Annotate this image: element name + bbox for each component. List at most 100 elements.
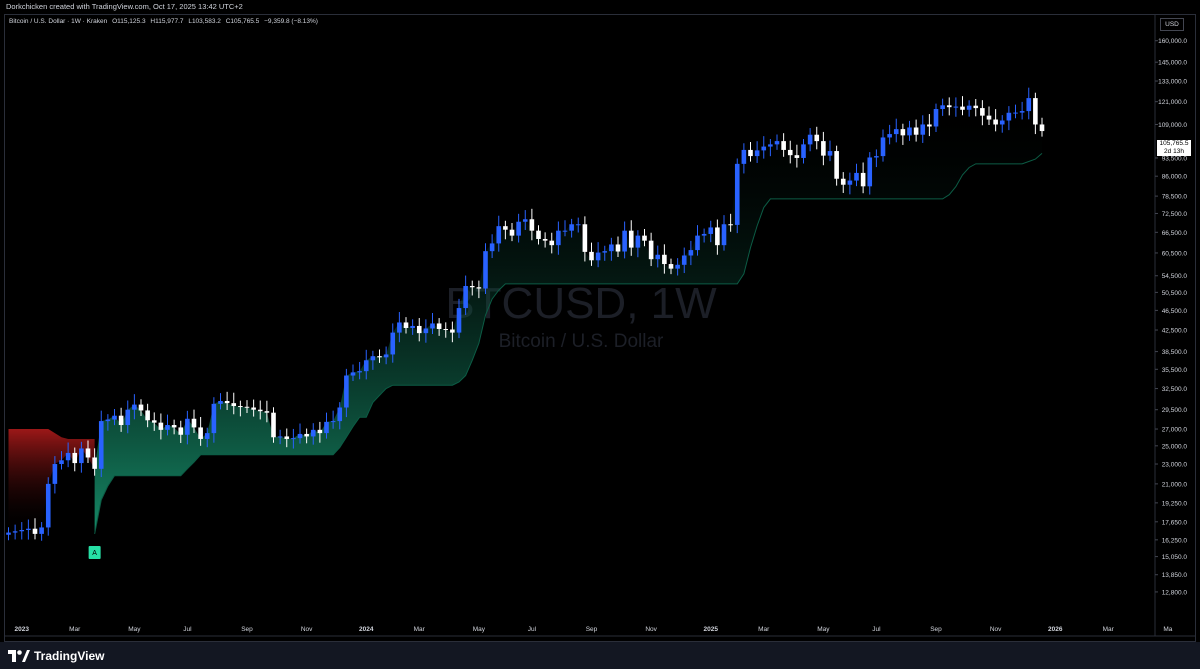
- candle-body: [920, 124, 926, 135]
- candle-body: [595, 252, 601, 261]
- price-tick-label: 23,000.0: [1162, 462, 1188, 469]
- currency-badge[interactable]: USD: [1160, 18, 1184, 31]
- time-tick-label: 2023: [15, 626, 30, 633]
- candle-body: [655, 254, 661, 260]
- candle-body: [556, 230, 561, 246]
- legend-change: −9,359.8 (−8.13%): [264, 18, 318, 25]
- candle-body: [257, 409, 263, 412]
- price-tick-label: 19,250.0: [1162, 500, 1188, 507]
- signal-marker-label: A: [92, 550, 97, 557]
- price-tick-label: 27,000.0: [1162, 427, 1188, 434]
- price-tick-label: 133,000.0: [1158, 79, 1187, 86]
- candle-body: [132, 404, 137, 410]
- candle-body: [549, 240, 555, 246]
- candle-body: [65, 452, 71, 461]
- candle-body: [715, 227, 720, 246]
- candle-body: [496, 226, 502, 244]
- candle-body: [589, 251, 594, 261]
- price-tick-label: 72,500.0: [1162, 211, 1188, 218]
- candle-body: [138, 404, 144, 411]
- price-tick-label: 93,500.0: [1162, 155, 1188, 162]
- candle-body: [1033, 98, 1038, 125]
- candle-body: [801, 144, 806, 158]
- candle-body: [1013, 112, 1018, 114]
- price-chart[interactable]: BTCUSD, 1W Bitcoin / U.S. Dollar 160,000…: [0, 0, 1200, 669]
- candle-body: [344, 375, 349, 408]
- candle-body: [628, 230, 634, 248]
- candle-body: [118, 415, 124, 426]
- candle-body: [469, 285, 475, 288]
- candle-body: [986, 115, 992, 120]
- price-tick-label: 46,500.0: [1162, 308, 1188, 315]
- legend-title[interactable]: Bitcoin / U.S. Dollar · 1W · Kraken: [9, 18, 107, 25]
- candle-body: [973, 105, 979, 109]
- time-tick-label: Sep: [930, 626, 942, 633]
- candle-body: [271, 412, 276, 438]
- candle-body: [218, 401, 223, 404]
- candle-body: [244, 406, 250, 408]
- tradingview-logo-text: TradingView: [34, 649, 105, 663]
- candle-body: [960, 106, 965, 110]
- tradingview-logo[interactable]: TradingView: [8, 649, 104, 663]
- candle-body: [39, 527, 44, 534]
- candle-body: [284, 436, 290, 439]
- candle-body: [821, 141, 826, 156]
- candle-body: [19, 529, 25, 532]
- footer-bar: TradingView: [0, 642, 1200, 669]
- candle-body: [867, 157, 873, 187]
- time-tick-label: Nov: [645, 626, 657, 633]
- candle-body: [781, 141, 786, 150]
- candle-body: [403, 322, 409, 328]
- watermark-name: Bitcoin / U.S. Dollar: [499, 331, 664, 352]
- candle-body: [59, 460, 64, 465]
- time-tick-label: 2024: [359, 626, 374, 633]
- candle-body: [390, 332, 396, 355]
- price-tick-label: 145,000.0: [1158, 60, 1187, 67]
- candle-body: [927, 124, 932, 127]
- candle-body: [32, 528, 38, 534]
- candle-body: [98, 421, 104, 469]
- price-tick-label: 12,800.0: [1162, 589, 1188, 596]
- candle-body: [52, 464, 58, 484]
- time-tick-label: May: [817, 626, 830, 633]
- price-tick-label: 15,050.0: [1162, 554, 1188, 561]
- symbol-legend: Bitcoin / U.S. Dollar · 1W · Kraken O115…: [9, 18, 321, 25]
- candle-body: [721, 224, 727, 246]
- candle-body: [125, 409, 131, 426]
- candle-body: [112, 415, 117, 420]
- time-axis[interactable]: 2023 Mar May Jul Sep Nov 2024 Mar May Jul Sep Nov 20…: [5, 626, 1195, 637]
- candle-body: [536, 230, 541, 239]
- time-tick-label: May: [128, 626, 141, 633]
- price-axis[interactable]: 160,000.0 145,000.0 133,000.0 121,000.0 109,…: [1154, 14, 1188, 636]
- candle-body: [204, 433, 210, 439]
- candle-body: [330, 421, 336, 423]
- price-tick-label: 35,500.0: [1162, 367, 1188, 374]
- candle-body: [953, 106, 959, 108]
- candle-body: [754, 150, 760, 157]
- candle-body: [251, 407, 256, 410]
- price-tick-label: 21,000.0: [1162, 481, 1188, 488]
- price-tick-label: 109,000.0: [1158, 122, 1187, 129]
- candle-body: [1019, 111, 1025, 113]
- candle-body: [423, 328, 429, 334]
- candle-body: [787, 149, 793, 156]
- candle-body: [165, 425, 170, 430]
- candle-body: [443, 328, 449, 330]
- candle-body: [185, 418, 190, 435]
- candle-body: [688, 250, 694, 256]
- candle-body: [238, 406, 243, 408]
- candle-body: [602, 251, 608, 253]
- candle-body: [211, 403, 217, 434]
- candle-body: [622, 230, 627, 252]
- candle-body: [940, 105, 945, 110]
- candle-body: [993, 119, 998, 125]
- candle-body: [224, 401, 230, 404]
- price-tick-label: 121,000.0: [1158, 99, 1187, 106]
- candle-body: [642, 235, 647, 241]
- candle-body: [615, 244, 621, 252]
- candle-body: [277, 436, 283, 438]
- candle-body: [728, 224, 733, 226]
- candle-body: [860, 172, 866, 187]
- candle-body: [933, 109, 939, 127]
- price-tick-label: 29,500.0: [1162, 407, 1188, 414]
